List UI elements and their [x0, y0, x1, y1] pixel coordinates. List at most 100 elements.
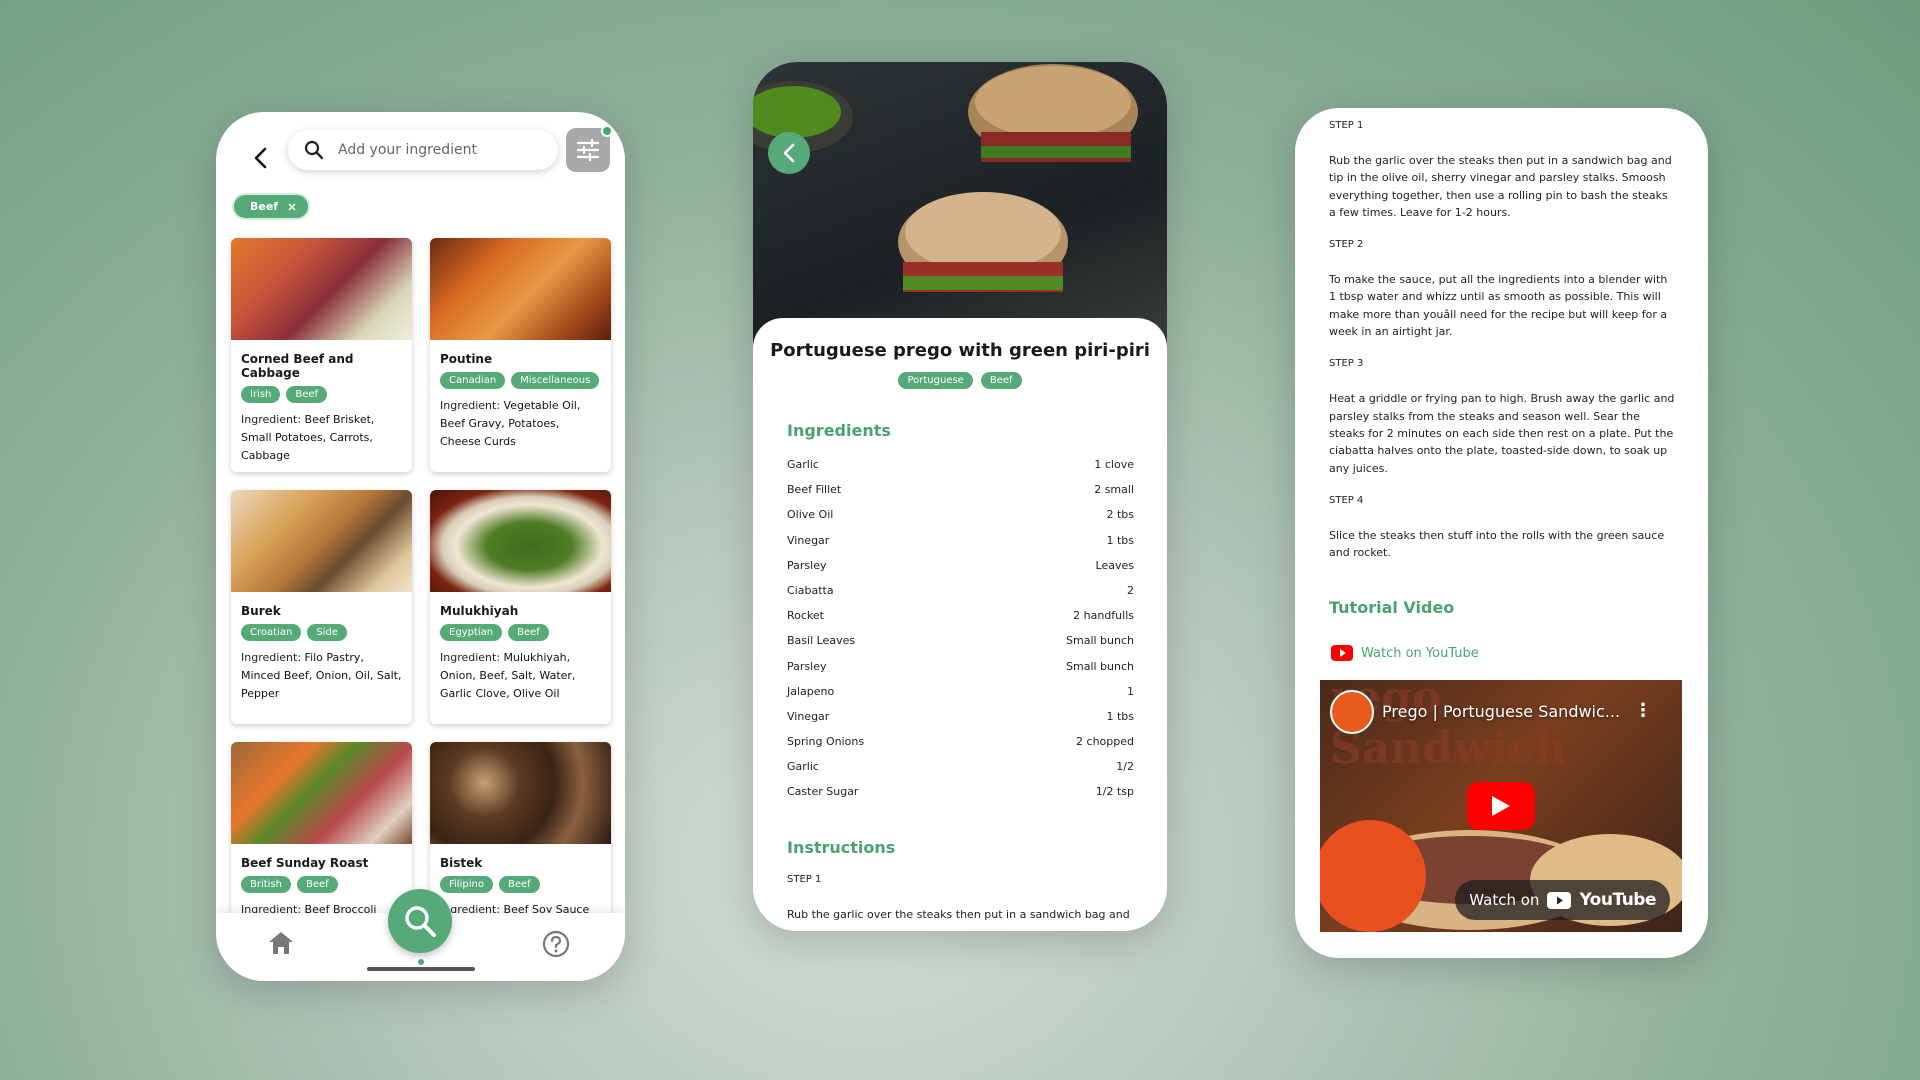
step-label: STEP 4: [1329, 494, 1364, 506]
search-icon: [405, 906, 436, 937]
chevron-left-icon: [254, 147, 267, 169]
recipe-detail-sheet: Portuguese prego with green piri-piri Po…: [753, 318, 1167, 931]
recipe-image: [231, 238, 412, 340]
search-input[interactable]: [338, 142, 538, 158]
nav-help-button[interactable]: [542, 930, 570, 962]
ingredient-row: Caster Sugar 1/2 tsp: [787, 785, 1134, 810]
step-label: STEP 2: [1329, 239, 1364, 251]
recipe-hero-image: [753, 62, 1167, 352]
filter-button[interactable]: [566, 125, 613, 172]
ingredient-row: Spring Onions 2 chopped: [787, 735, 1134, 760]
video-title: Prego | Portuguese Sandwic...: [1382, 702, 1621, 721]
recipe-tag: Portuguese: [898, 372, 973, 389]
ingredient-name: Beef Fillet: [787, 483, 842, 497]
ingredient-row: Rocket 2 handfulls: [787, 609, 1134, 634]
recipe-tag: Beef: [508, 624, 549, 641]
help-circle-icon: [542, 930, 570, 958]
step-label: STEP 1: [787, 874, 822, 885]
ingredient-name: Vinegar: [787, 709, 830, 723]
recipe-tag: Egyptian: [440, 624, 503, 641]
more-options-icon[interactable]: ⋮: [1634, 700, 1652, 721]
ingredient-qty: 2 small: [1094, 483, 1134, 497]
ingredient-name: Spring Onions: [787, 735, 865, 749]
recipe-image: [430, 238, 611, 340]
youtube-wordmark: YouTube: [1579, 890, 1656, 910]
recipe-ingredients: Ingredient: Mulukhiyah, Onion, Beef, Sal…: [440, 649, 601, 703]
ingredient-qty: 2: [1127, 583, 1134, 597]
ingredient-row: Garlic 1 clove: [787, 458, 1134, 483]
watch-on-youtube-button[interactable]: Watch on YouTube: [1455, 880, 1670, 920]
ingredient-name: Garlic: [787, 458, 819, 471]
back-button[interactable]: [244, 142, 276, 174]
ingredient-row: Jalapeno 1: [787, 685, 1134, 710]
recipe-title: Mulukhiyah: [440, 604, 519, 618]
play-button[interactable]: [1467, 782, 1535, 830]
step-text: Slice the steaks then stuff into the rol…: [1329, 528, 1665, 560]
close-icon[interactable]: [288, 202, 296, 211]
watch-on-youtube-link[interactable]: Watch on YouTube: [1331, 645, 1479, 661]
recipe-title: Poutine: [440, 352, 493, 366]
instruction-step: STEP 2 To make the sauce, put all the in…: [1329, 235, 1675, 340]
recipe-image: [231, 742, 412, 844]
phone-instructions: STEP 1 Rub the garlic over the steaks th…: [1295, 108, 1708, 958]
ingredient-qty: Small bunch: [1066, 659, 1134, 673]
ingredient-qty: 1 tbs: [1106, 533, 1134, 547]
recipe-title: Bistek: [440, 856, 483, 870]
instruction-step: STEP 3 Heat a griddle or frying pan to h…: [1329, 354, 1675, 476]
ingredient-name: Rocket: [787, 609, 824, 623]
ingredient-qty: 1 tbs: [1106, 709, 1134, 723]
ingredient-row: Vinegar 1 tbs: [787, 710, 1134, 735]
recipe-image: [231, 490, 412, 592]
hero-illustration: [753, 64, 1138, 292]
ingredient-row: Parsley Leaves: [787, 559, 1134, 584]
ingredients-list: Garlic 1 clove Beef Fillet 2 small Olive O…: [787, 458, 1134, 811]
ingredient-row: Garlic 1/2: [787, 760, 1134, 785]
youtube-icon: [1547, 891, 1572, 909]
recipe-ingredients: Ingredient: Vegetable Oil, Beef Gravy, P…: [440, 397, 601, 451]
home-icon: [269, 932, 293, 954]
tutorial-video-player[interactable]: rego Sandwich Prego | Portuguese Sandwic…: [1320, 680, 1682, 932]
recipe-ingredients: Ingredient: Filo Pastry, Minced Beef, On…: [241, 649, 402, 703]
ingredient-row: Basil Leaves Small bunch: [787, 634, 1134, 659]
ingredient-row: Olive Oil 2 tbs: [787, 508, 1134, 533]
play-icon: [1492, 796, 1510, 816]
ingredient-qty: Leaves: [1095, 558, 1134, 572]
recipe-tag: Filipino: [440, 876, 493, 893]
tutorial-heading: Tutorial Video: [1329, 598, 1455, 617]
channel-avatar[interactable]: [1330, 690, 1374, 734]
recipe-tag: Croatian: [241, 624, 302, 641]
nav-home-button[interactable]: [268, 931, 294, 959]
recipe-tag: British: [241, 876, 291, 893]
ingredient-name: Olive Oil: [787, 508, 834, 522]
ingredient-label: Ingredient:: [440, 651, 504, 664]
recipe-card[interactable]: Burek Croatian Side Ingredient: Filo Past…: [231, 490, 412, 724]
instructions-heading: Instructions: [787, 838, 896, 857]
recipe-card[interactable]: Poutine Canadian Miscellaneous Ingredient…: [430, 238, 611, 472]
ingredient-qty: 2 tbs: [1106, 508, 1134, 522]
step-text: Rub the garlic over the steaks then put …: [1329, 154, 1672, 219]
ingredient-row: Ciabatta 2: [787, 584, 1134, 609]
recipe-tag: Beef: [297, 876, 338, 893]
ingredient-label: Ingredient:: [241, 651, 305, 664]
recipe-tag: Beef: [286, 386, 328, 403]
ingredient-name: Caster Sugar: [787, 785, 859, 799]
phone-recipe-detail: Portuguese prego with green piri-piri Po…: [753, 62, 1167, 931]
instruction-step: STEP 4 Slice the steaks then stuff into …: [1329, 491, 1675, 562]
recipe-title: Burek: [241, 604, 281, 618]
search-fab-button[interactable]: [388, 889, 452, 953]
ingredient-name: Ciabatta: [787, 583, 834, 597]
active-filter-chip[interactable]: Beef: [232, 193, 311, 220]
search-bar[interactable]: [288, 130, 558, 170]
recipe-card[interactable]: Corned Beef and Cabbage Irish Beef Ingred…: [231, 238, 412, 472]
ingredient-name: Parsley: [787, 558, 827, 572]
watch-on-label: Watch on: [1469, 891, 1540, 909]
recipe-title: Beef Sunday Roast: [241, 856, 369, 870]
ingredient-row: Beef Fillet 2 small: [787, 483, 1134, 508]
back-button[interactable]: [768, 132, 810, 174]
recipe-tag: Miscellaneous: [511, 372, 600, 389]
recipe-card[interactable]: Mulukhiyah Egyptian Beef Ingredient: Mulu…: [430, 490, 611, 724]
ingredient-qty: 1/2: [1116, 760, 1134, 774]
recipe-image: [430, 742, 611, 844]
ingredient-row: Vinegar 1 tbs: [787, 534, 1134, 559]
recipe-tag: Beef: [980, 372, 1022, 389]
